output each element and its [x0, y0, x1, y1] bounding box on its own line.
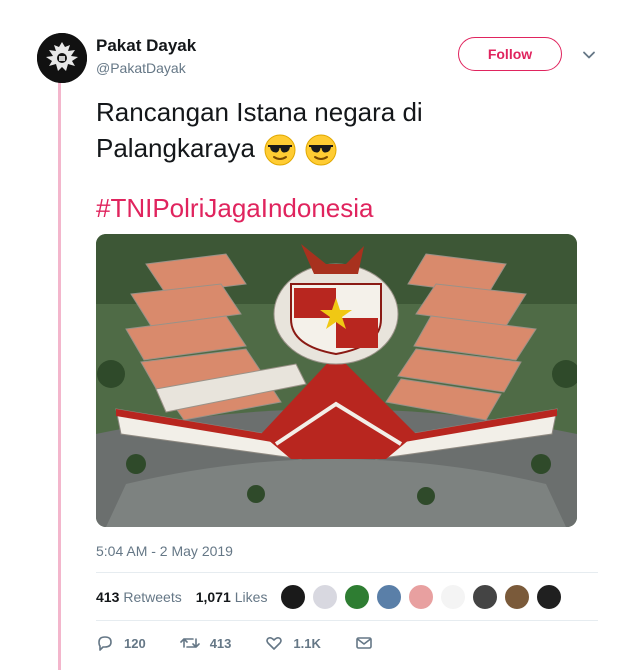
tweet-stats: 413 Retweets 1,071 Likes — [96, 589, 267, 605]
retweets-label: Retweets — [123, 589, 182, 605]
user-handle[interactable]: @PakatDayak — [96, 60, 186, 76]
avatar[interactable] — [37, 33, 87, 83]
like-button[interactable]: 1.1K — [265, 634, 321, 652]
tweet-text-line: Rancangan Istana negara di — [96, 97, 423, 127]
thread-line — [58, 82, 61, 670]
liker-avatar[interactable] — [376, 584, 402, 610]
sunglasses-emoji-icon — [305, 134, 337, 166]
likes-count: 1,071 — [195, 589, 231, 605]
hashtag-link[interactable]: #TNIPolriJagaIndonesia — [96, 193, 374, 224]
reply-count: 120 — [124, 635, 146, 651]
tweet-text: Rancangan Istana negara di Palangkaraya — [96, 94, 516, 166]
liker-avatars — [280, 584, 568, 610]
reply-button[interactable]: 120 — [96, 634, 146, 652]
tweet-text-line: Palangkaraya — [96, 130, 516, 166]
liker-avatar[interactable] — [280, 584, 306, 610]
divider — [96, 620, 598, 621]
palace-aerial-image — [96, 234, 577, 527]
retweet-count: 413 — [209, 635, 232, 651]
garuda-emblem-icon — [37, 33, 87, 83]
retweets-count: 413 — [96, 589, 120, 605]
liker-avatar[interactable] — [408, 584, 434, 610]
message-button[interactable] — [355, 634, 373, 652]
likes-stat[interactable]: 1,071 Likes — [196, 589, 268, 605]
tweet-image[interactable] — [96, 234, 577, 527]
divider — [96, 572, 598, 573]
sunglasses-emoji-icon — [264, 134, 296, 166]
tweet-timestamp[interactable]: 5:04 AM - 2 May 2019 — [96, 543, 233, 559]
retweet-icon — [179, 638, 200, 648]
liker-avatar[interactable] — [504, 584, 530, 610]
like-count: 1.1K — [293, 635, 321, 651]
liker-avatar[interactable] — [312, 584, 338, 610]
retweets-stat[interactable]: 413 Retweets — [96, 589, 182, 605]
user-name[interactable]: Pakat Dayak — [96, 36, 196, 56]
likes-label: Likes — [234, 589, 268, 605]
envelope-icon — [356, 637, 372, 649]
liker-avatar[interactable] — [344, 584, 370, 610]
chevron-down-icon[interactable] — [582, 48, 596, 62]
heart-icon — [266, 636, 283, 650]
tweet-text-word: Palangkaraya — [96, 133, 255, 163]
liker-avatar[interactable] — [440, 584, 466, 610]
retweet-button[interactable]: 413 — [179, 634, 232, 652]
tweet-actions: 120 413 1.1K — [96, 634, 407, 652]
reply-icon — [98, 636, 112, 651]
liker-avatar[interactable] — [536, 584, 562, 610]
follow-button[interactable]: Follow — [458, 37, 562, 71]
liker-avatar[interactable] — [472, 584, 498, 610]
